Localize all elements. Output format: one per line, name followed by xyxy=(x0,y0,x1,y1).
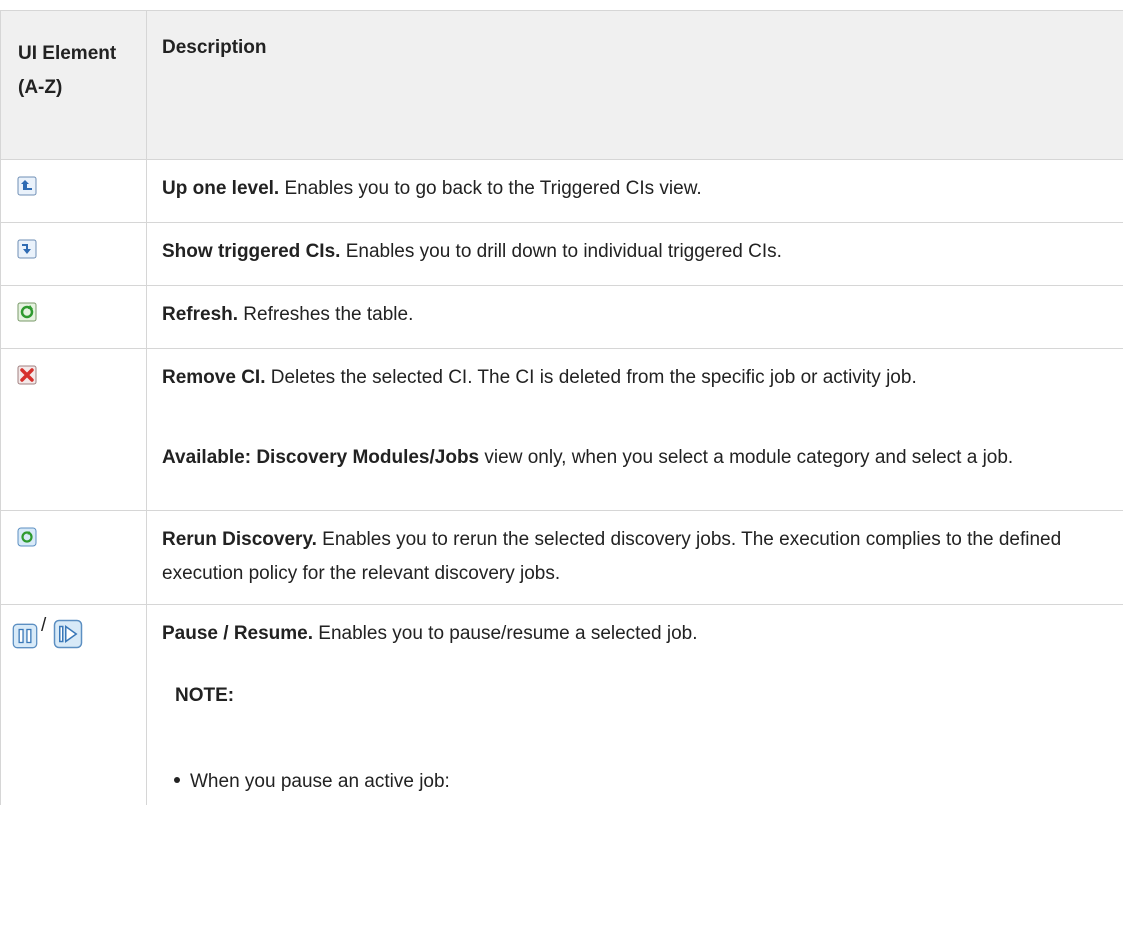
availability-text: view only, when you select a module cate… xyxy=(479,447,1014,468)
show-triggered-cis-icon xyxy=(17,239,37,259)
remove-ci-icon xyxy=(17,365,37,385)
row-text: Refreshes the table. xyxy=(238,304,414,325)
resume-icon xyxy=(53,619,83,649)
row-text: Deletes the selected CI. The CI is delet… xyxy=(265,367,917,388)
row-text: Enables you to go back to the Triggered … xyxy=(279,178,702,199)
row-text: Enables you to drill down to individual … xyxy=(340,241,782,262)
header-description: Description xyxy=(162,37,267,58)
bullet-icon xyxy=(174,777,180,783)
rerun-discovery-icon xyxy=(17,527,37,547)
header-ui-element: UI Element (A-Z) xyxy=(18,43,117,98)
availability-note: Available: Discovery Modules/Jobs view o… xyxy=(162,441,1112,475)
row-title: Up one level. xyxy=(162,178,280,199)
row-title: Show triggered CIs. xyxy=(162,241,341,262)
row-description: Refresh. Refreshes the table. xyxy=(162,298,1123,332)
table-row: / Pause / Resume. Enables you to pause/r… xyxy=(0,604,1123,805)
pause-icon xyxy=(12,623,38,649)
table-row: Rerun Discovery. Enables you to rerun th… xyxy=(0,510,1123,604)
table-row: Up one level. Enables you to go back to … xyxy=(0,159,1123,222)
bullet-text: When you pause an active job: xyxy=(190,771,450,792)
refresh-icon xyxy=(17,302,37,322)
availability-label: Available: Discovery Modules/Jobs xyxy=(162,447,480,468)
row-text: Enables you to pause/resume a selected j… xyxy=(313,623,698,644)
table-row: Show triggered CIs. Enables you to drill… xyxy=(0,222,1123,285)
up-one-level-icon xyxy=(17,176,37,196)
table-row: Refresh. Refreshes the table. xyxy=(0,285,1123,348)
table-row: Remove CI. Deletes the selected CI. The … xyxy=(0,348,1123,510)
row-description: Up one level. Enables you to go back to … xyxy=(162,172,1123,206)
row-description: Rerun Discovery. Enables you to rerun th… xyxy=(162,523,1112,591)
bullet-item: When you pause an active job: xyxy=(170,765,1123,799)
row-description: Remove CI. Deletes the selected CI. The … xyxy=(162,361,1102,395)
ui-elements-table: UI Element (A-Z) Description Up one leve… xyxy=(0,10,1123,805)
row-title: Remove CI. xyxy=(162,367,266,388)
row-title: Pause / Resume. xyxy=(162,623,314,644)
row-title: Rerun Discovery. xyxy=(162,529,317,550)
icon-separator: / xyxy=(41,615,47,636)
table-header: UI Element (A-Z) Description xyxy=(0,10,1123,159)
row-title: Refresh. xyxy=(162,304,239,325)
row-description: Pause / Resume. Enables you to pause/res… xyxy=(162,617,1123,651)
row-description: Show triggered CIs. Enables you to drill… xyxy=(162,235,1123,269)
note-label: NOTE: xyxy=(175,685,235,706)
